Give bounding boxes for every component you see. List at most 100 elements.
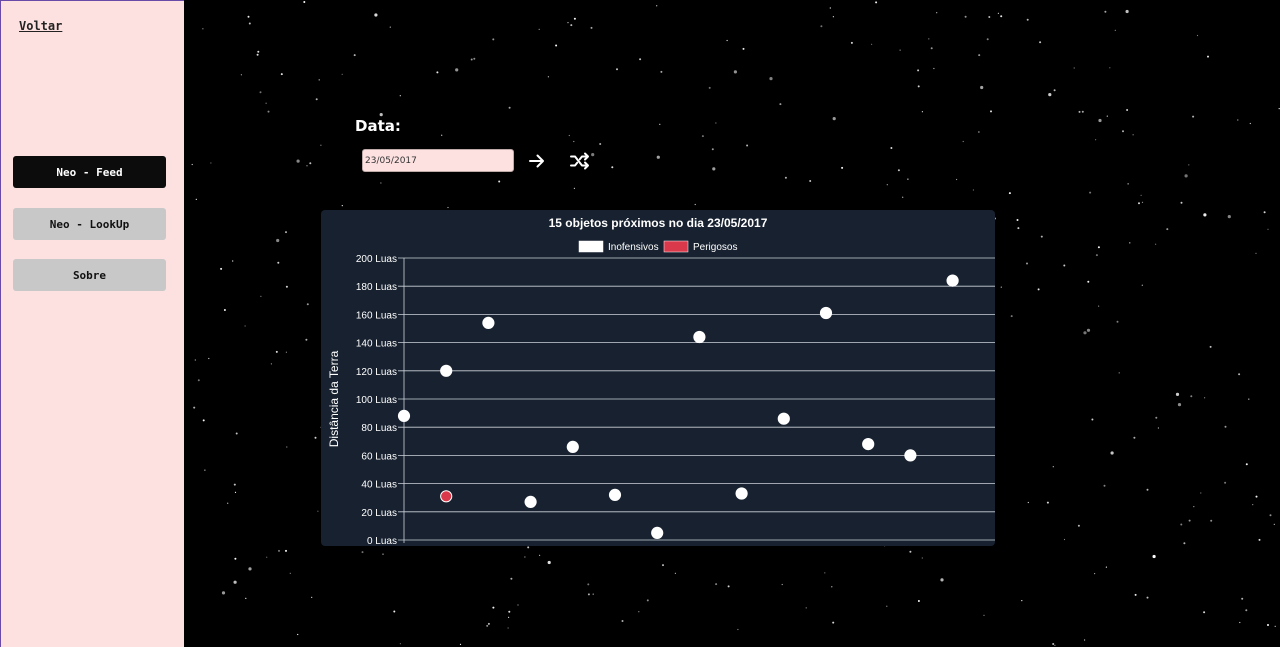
y-tick-label: 120 Luas [356,367,397,378]
data-point-harmless[interactable] [566,440,579,453]
star [305,338,308,341]
star [1095,139,1097,141]
star [940,578,944,582]
star [831,586,833,588]
star [824,572,826,574]
legend-swatch-perigosos[interactable] [663,240,689,253]
star [1203,611,1206,614]
star [1105,566,1107,568]
star [909,550,912,553]
star [517,604,519,606]
chart-legend: Inofensivos Perigosos [578,240,737,253]
star [1039,41,1042,44]
data-point-harmless[interactable] [777,412,790,425]
nav-button-sobre[interactable]: Sobre [13,259,166,291]
data-point-harmless[interactable] [482,316,495,330]
star [1000,286,1002,288]
star [256,53,259,56]
data-point-harmless[interactable] [862,438,875,451]
shuffle-icon[interactable] [569,150,591,172]
star [1077,524,1080,527]
star [1046,501,1049,504]
y-tick-label: 0 Luas [367,536,397,546]
star [1183,542,1186,545]
star [1037,288,1040,291]
star [1249,122,1251,125]
star [361,551,364,554]
star [341,205,343,207]
star [805,607,807,609]
star [202,28,204,30]
page: Voltar Neo - Feed Neo - LookUp Sobre Dat… [0,0,1280,647]
star [1126,109,1129,111]
star [280,73,283,76]
star [1103,484,1106,487]
star [570,24,573,27]
data-point-harmless[interactable] [608,488,622,501]
data-point-harmless[interactable] [397,409,411,422]
star [1238,373,1241,376]
star [897,169,900,172]
data-point-harmless[interactable] [693,330,706,344]
star [195,198,197,200]
star [276,238,280,243]
star [928,38,930,40]
star [436,71,439,74]
star [708,86,711,89]
star [662,564,664,567]
star [871,43,873,45]
star [1245,609,1248,612]
legend-swatch-inofensivos[interactable] [578,240,604,253]
back-link[interactable]: Voltar [19,19,62,33]
star [573,17,576,20]
star [1127,183,1129,185]
star [318,79,320,81]
star [1081,110,1084,113]
star [1084,639,1086,641]
data-point-harmless[interactable] [524,495,537,508]
nav-button-neo-feed[interactable]: Neo - Feed [13,156,166,188]
star [1027,501,1029,504]
data-point-harmless[interactable] [440,364,453,377]
star [234,557,237,560]
star [646,599,649,602]
star [1184,174,1188,178]
star [470,58,473,61]
star [1052,643,1055,645]
y-axis-label: Distância da Terra [327,350,341,447]
star [492,38,495,41]
star [567,22,569,24]
legend-label-perigosos: Perigosos [693,242,737,253]
star [1122,130,1124,133]
star [733,70,738,74]
star [1083,331,1087,335]
star [265,102,267,104]
data-point-harmless[interactable] [946,274,959,287]
star [315,98,318,101]
star [712,167,716,171]
star [1209,345,1212,348]
arrow-right-icon[interactable] [526,150,548,172]
star [487,622,490,625]
data-point-dangerous[interactable] [440,490,453,503]
star [1146,596,1149,599]
data-point-harmless[interactable] [651,526,664,539]
star [1017,227,1020,230]
date-input[interactable] [362,149,514,172]
star [1146,488,1149,491]
data-point-harmless[interactable] [735,487,748,500]
data-point-harmless[interactable] [904,449,917,462]
data-point-harmless[interactable] [819,306,833,320]
star [1227,215,1231,219]
nav-button-neo-lookup[interactable]: Neo - LookUp [13,208,166,240]
star [978,54,981,57]
star [248,567,252,571]
star [990,110,992,113]
star [257,50,260,53]
star [659,123,661,125]
star [441,134,443,136]
star [988,16,991,18]
star [1224,481,1227,484]
star [1239,621,1241,624]
star [1177,403,1182,407]
